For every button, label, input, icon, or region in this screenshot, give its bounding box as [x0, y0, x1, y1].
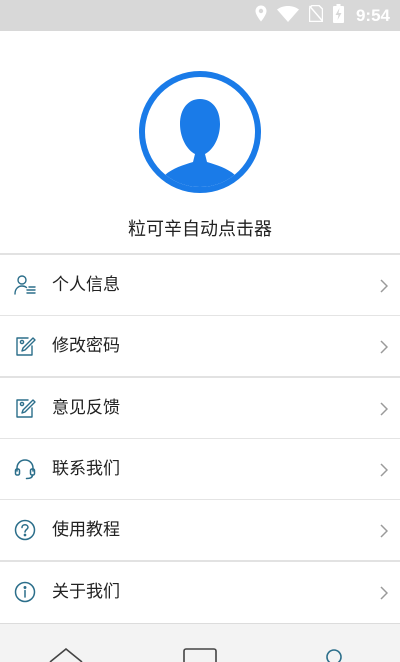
- menu-label-about-us: 关于我们: [52, 582, 120, 602]
- menu-label-feedback: 意见反馈: [52, 398, 120, 418]
- info-circle-icon: [14, 581, 36, 603]
- user-list-icon: [14, 274, 36, 296]
- chevron-right-icon: [380, 278, 389, 293]
- edit-lock-icon: [14, 335, 36, 357]
- chevron-right-icon: [380, 585, 389, 600]
- menu-label-personal-info: 个人信息: [52, 275, 120, 295]
- menu-item-change-password[interactable]: 修改密码: [0, 316, 400, 376]
- feedback-edit-icon: [14, 397, 36, 419]
- status-bar: 9:54: [0, 0, 400, 31]
- chevron-right-icon: [380, 339, 389, 354]
- battery-charging-icon: [332, 4, 344, 27]
- chevron-right-icon: [380, 462, 389, 477]
- chevron-right-icon: [380, 523, 389, 538]
- user-icon[interactable]: [317, 648, 351, 662]
- menu-item-about-us[interactable]: 关于我们: [0, 562, 400, 622]
- window-icon[interactable]: [183, 648, 217, 662]
- menu-item-tutorial[interactable]: 使用教程: [0, 500, 400, 560]
- home-icon[interactable]: [49, 647, 83, 662]
- user-avatar-icon[interactable]: [137, 69, 263, 195]
- profile-header: 粒可辛自动点击器: [0, 31, 400, 253]
- settings-menu: 个人信息 修改密码 意见反馈 联系我们 使用教程 关于我们: [0, 253, 400, 622]
- menu-item-feedback[interactable]: 意见反馈: [0, 378, 400, 439]
- app-name: 粒可辛自动点击器: [128, 219, 272, 240]
- help-circle-icon: [14, 519, 36, 541]
- menu-label-change-password: 修改密码: [52, 336, 120, 356]
- status-time: 9:54: [355, 5, 390, 25]
- menu-item-contact-us[interactable]: 联系我们: [0, 439, 400, 500]
- wifi-icon: [276, 5, 299, 26]
- status-icons: 9:54: [255, 0, 390, 31]
- no-sim-icon: [308, 4, 324, 26]
- headset-icon: [14, 458, 36, 480]
- menu-item-personal-info[interactable]: 个人信息: [0, 255, 400, 316]
- menu-label-tutorial: 使用教程: [52, 520, 120, 540]
- bottom-nav: [0, 623, 400, 662]
- chevron-right-icon: [380, 401, 389, 416]
- menu-label-contact-us: 联系我们: [52, 459, 120, 479]
- location-icon: [255, 5, 267, 26]
